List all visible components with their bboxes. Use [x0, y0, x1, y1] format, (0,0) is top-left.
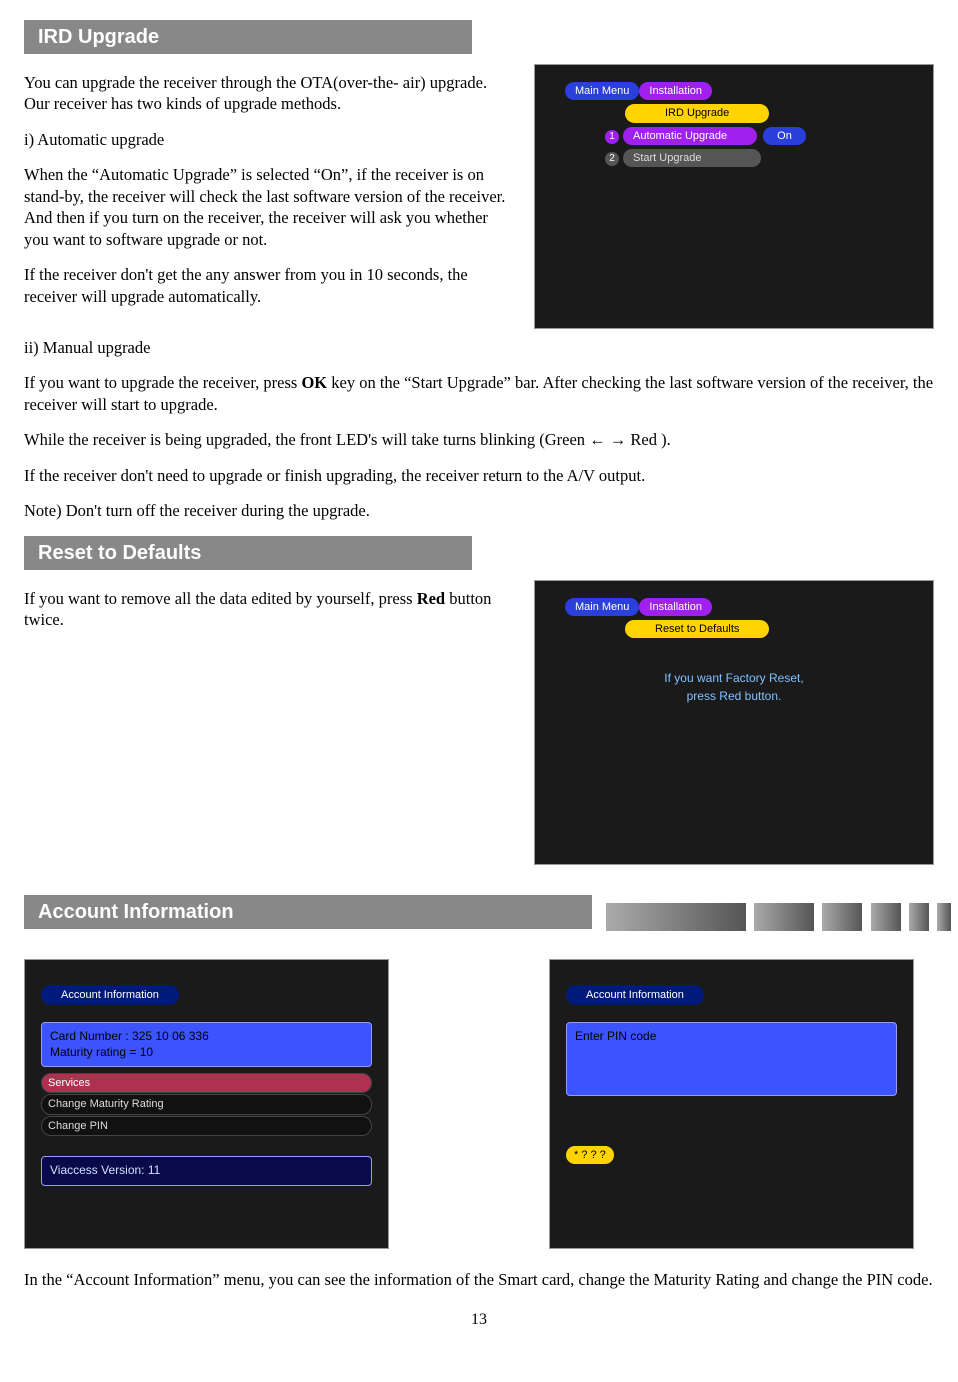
section-header-account-info: Account Information: [24, 895, 592, 929]
menu-value-on: On: [763, 127, 806, 145]
ird-p2: i) Automatic upgrade: [24, 129, 514, 150]
account-info-screenshot-b: Account Information Enter PIN code * ? ?…: [549, 959, 914, 1249]
reset-defaults-screenshot: Main MenuInstallation Reset to Defaults …: [534, 580, 934, 865]
ird-p3: When the “Automatic Upgrade” is selected…: [24, 164, 514, 250]
menu-item-services: Services: [41, 1073, 372, 1093]
ird-p5: ii) Manual upgrade: [24, 337, 934, 358]
breadcrumb-installation: Installation: [639, 598, 712, 616]
ird-upgrade-screenshot: Main MenuInstallation IRD Upgrade 1 Autom…: [534, 64, 934, 329]
header-decorative-bars: [606, 903, 958, 931]
ird-p9: Note) Don't turn off the receiver during…: [24, 500, 934, 521]
screen-title-ird-upgrade: IRD Upgrade: [625, 104, 769, 122]
section-header-ird-upgrade: IRD Upgrade: [24, 20, 472, 54]
menu-number-1-icon: 1: [605, 130, 619, 144]
reset-message: If you want Factory Reset, press Red but…: [545, 669, 923, 705]
viaccess-version-box: Viaccess Version: 11: [41, 1156, 372, 1186]
account-p1: In the “Account Information” menu, you c…: [24, 1269, 934, 1290]
enter-pin-box: Enter PIN code: [566, 1022, 897, 1096]
section-header-reset-defaults: Reset to Defaults: [24, 536, 472, 570]
ird-p1: You can upgrade the receiver through the…: [24, 72, 514, 115]
page-number: 13: [24, 1310, 934, 1331]
menu-item-start-upgrade: Start Upgrade: [623, 149, 761, 167]
ird-p8: If the receiver don't need to upgrade or…: [24, 465, 934, 486]
ird-p6: If you want to upgrade the receiver, pre…: [24, 372, 934, 415]
menu-item-change-maturity: Change Maturity Rating: [41, 1094, 372, 1114]
screen-title-reset: Reset to Defaults: [625, 620, 769, 638]
account-info-screenshot-a: Account Information Card Number : 325 10…: [24, 959, 389, 1249]
breadcrumb-installation: Installation: [639, 82, 712, 100]
menu-item-automatic-upgrade: Automatic Upgrade: [623, 127, 757, 145]
breadcrumb-main-menu: Main Menu: [565, 598, 639, 616]
menu-item-change-pin: Change PIN: [41, 1116, 372, 1136]
card-info-box: Card Number : 325 10 06 336 Maturity rat…: [41, 1022, 372, 1067]
menu-number-2-icon: 2: [605, 152, 619, 166]
ird-p4: If the receiver don't get the any answer…: [24, 264, 514, 307]
screen-title-account-b: Account Information: [566, 985, 704, 1005]
reset-p1: If you want to remove all the data edite…: [24, 588, 514, 631]
screen-title-account-a: Account Information: [41, 985, 179, 1005]
ird-p7: While the receiver is being upgraded, th…: [24, 429, 934, 450]
pin-entry-value: * ? ? ?: [566, 1146, 614, 1164]
breadcrumb-main-menu: Main Menu: [565, 82, 639, 100]
